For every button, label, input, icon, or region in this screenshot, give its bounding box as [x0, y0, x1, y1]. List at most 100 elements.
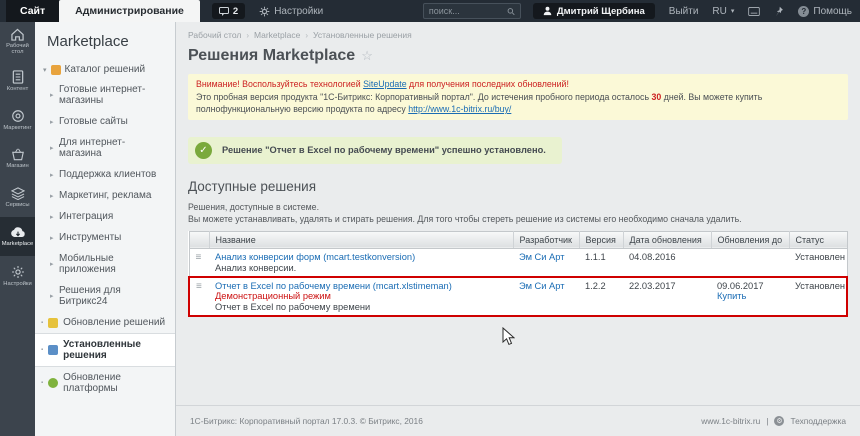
help-button[interactable]: ? Помощь — [798, 0, 852, 22]
breadcrumb: Рабочий стол › Marketplace › Установленн… — [188, 30, 848, 40]
tab-site-label: Сайт — [20, 5, 46, 17]
breadcrumb-desktop[interactable]: Рабочий стол — [188, 30, 241, 40]
section-description: Решения, доступные в системе. Вы можете … — [188, 201, 848, 225]
language-label: RU — [712, 5, 727, 17]
rail-item-store[interactable]: Магазин — [0, 139, 35, 178]
topbar-settings[interactable]: Настройки — [259, 0, 323, 22]
document-icon — [12, 69, 23, 84]
pin-button[interactable] — [774, 0, 784, 22]
installed-solutions-icon — [48, 345, 59, 355]
success-message: Решение "Отчет в Excel по рабочему време… — [222, 145, 546, 155]
breadcrumb-installed[interactable]: Установленные решения — [313, 30, 412, 40]
top-bar: Сайт Администрирование 2 Настройки Дмитр… — [0, 0, 860, 22]
sidebar-item-tools[interactable]: Инструменты — [35, 227, 175, 248]
sidebar-item-label: Обновление платформы — [63, 372, 121, 394]
column-version[interactable]: Версия — [579, 231, 624, 249]
sidebar-item-mobile-apps[interactable]: Мобильные приложения — [35, 248, 175, 280]
updates-until-cell: 09.06.2017 — [717, 280, 764, 291]
breadcrumb-marketplace[interactable]: Marketplace — [254, 30, 300, 40]
sidebar-item-client-support[interactable]: Поддержка клиентов — [35, 164, 175, 185]
breadcrumb-separator: › — [246, 30, 250, 40]
sidebar-item-platform-update[interactable]: Обновление платформы — [35, 367, 175, 399]
sidebar-item-integration[interactable]: Интеграция — [35, 206, 175, 227]
sidebar-item-catalog[interactable]: Каталог решений — [35, 60, 175, 79]
section-title: Доступные решения — [188, 178, 317, 194]
buy-url-link[interactable]: http://www.1c-bitrix.ru/buy/ — [408, 104, 511, 114]
warning-text: Внимание! Воспользуйтесь технологией — [196, 79, 361, 89]
pin-icon — [776, 6, 784, 16]
column-update-date[interactable]: Дата обновления — [623, 231, 712, 249]
developer-link[interactable]: Эм Си Арт — [519, 281, 564, 291]
page-title-text: Решения Marketplace — [188, 47, 356, 64]
sidebar-item-label: Решения для Битрикс24 — [59, 285, 121, 307]
siteupdate-link[interactable]: SiteUpdate — [363, 79, 407, 89]
logout-label: Выйти — [668, 5, 699, 17]
gear-icon — [11, 265, 24, 278]
chat-icon — [218, 6, 229, 16]
settings-label: Настройки — [274, 5, 324, 17]
cloud-download-icon — [10, 227, 25, 237]
rail-item-content[interactable]: Контент — [0, 61, 35, 100]
column-name[interactable]: Название — [209, 231, 514, 249]
sidebar-item-label: Обновление решений — [63, 317, 166, 328]
warning-line-1: Внимание! Воспользуйтесь технологией Sit… — [196, 78, 840, 91]
hotkeys-button[interactable] — [748, 0, 761, 22]
rail-item-marketplace[interactable]: Marketplace — [0, 217, 35, 256]
buy-link[interactable]: Купить — [717, 291, 746, 301]
sidebar-item-installed-solutions[interactable]: Установленные решения — [35, 333, 175, 367]
row-menu-icon[interactable]: ≡ — [196, 252, 202, 263]
row-menu-icon[interactable]: ≡ — [196, 281, 202, 292]
solution-subtitle: Отчет в Excel по рабочему времени — [215, 301, 371, 312]
layers-icon — [10, 187, 25, 200]
basket-icon — [11, 148, 24, 161]
search-box[interactable] — [422, 3, 521, 19]
column-updates-until[interactable]: Обновления до — [711, 231, 790, 249]
warning-line-2: Это пробная версия продукта "1С-Битрикс:… — [196, 91, 840, 116]
tab-admin[interactable]: Администрирование — [59, 0, 200, 22]
solution-subtitle: Анализ конверсии. — [215, 262, 297, 273]
tab-site[interactable]: Сайт — [6, 0, 60, 22]
favorite-star-icon[interactable]: ☆ — [361, 48, 373, 64]
search-input[interactable] — [428, 6, 507, 16]
home-icon — [11, 28, 24, 41]
rail-label: Настройки — [3, 280, 32, 287]
rail-label: Рабочий стол — [6, 43, 29, 55]
trial-warning-box: Внимание! Воспользуйтесь технологией Sit… — [188, 74, 848, 120]
keyboard-icon — [748, 6, 761, 16]
solution-link[interactable]: Анализ конверсии форм (mcart.testkonvers… — [215, 252, 415, 262]
user-menu-button[interactable]: Дмитрий Щербина — [532, 3, 655, 19]
sidebar-item-bitrix24-solutions[interactable]: Решения для Битрикс24 — [35, 280, 175, 312]
rail-item-settings[interactable]: Настройки — [0, 256, 35, 295]
breadcrumb-separator: › — [305, 30, 309, 40]
main-content: Рабочий стол › Marketplace › Установленн… — [176, 22, 860, 436]
footer: 1С-Битрикс: Корпоративный портал 17.0.3.… — [176, 405, 860, 436]
notifications-button[interactable]: 2 — [211, 3, 246, 19]
demo-mode-label: Демонстрационный режим — [215, 290, 331, 301]
logout-button[interactable]: Выйти — [669, 0, 699, 22]
update-solutions-icon — [48, 317, 59, 328]
sidebar-item-label: Готовые интернет-магазины — [59, 84, 146, 106]
developer-link[interactable]: Эм Си Арт — [519, 252, 564, 262]
sidebar-item-label: Мобильные приложения — [59, 253, 116, 275]
sidebar-item-marketing-ads[interactable]: Маркетинг, реклама — [35, 185, 175, 206]
sidebar-item-solutions-update[interactable]: Обновление решений — [35, 312, 175, 333]
footer-support-link[interactable]: Техподдержка — [790, 416, 846, 426]
column-developer[interactable]: Разработчик — [513, 231, 580, 249]
user-icon — [543, 6, 552, 16]
rail-item-marketing[interactable]: Маркетинг — [0, 100, 35, 139]
rail-label: Контент — [6, 85, 29, 92]
sidebar-item-ready-shops[interactable]: Готовые интернет-магазины — [35, 79, 175, 111]
sidebar-item-label: Интеграция — [59, 211, 114, 222]
help-label: Помощь — [813, 5, 852, 17]
rail-item-services[interactable]: Сервисы — [0, 178, 35, 217]
sidebar-item-for-shop[interactable]: Для интернет-магазина — [35, 132, 175, 164]
column-status[interactable]: Статус — [789, 231, 847, 249]
footer-copyright: 1С-Битрикс: Корпоративный портал 17.0.3.… — [190, 416, 423, 426]
footer-site-link[interactable]: www.1c-bitrix.ru — [701, 416, 760, 426]
table-row: ≡ Анализ конверсии форм (mcart.testkonve… — [189, 248, 847, 277]
solution-link[interactable]: Отчет в Excel по рабочему времени (mcart… — [215, 281, 452, 291]
sidebar-item-ready-sites[interactable]: Готовые сайты — [35, 111, 175, 132]
rail-item-desktop[interactable]: Рабочий стол — [0, 22, 35, 61]
language-selector[interactable]: RU ▾ — [712, 0, 734, 22]
version-cell: 1.1.1 — [579, 248, 623, 277]
